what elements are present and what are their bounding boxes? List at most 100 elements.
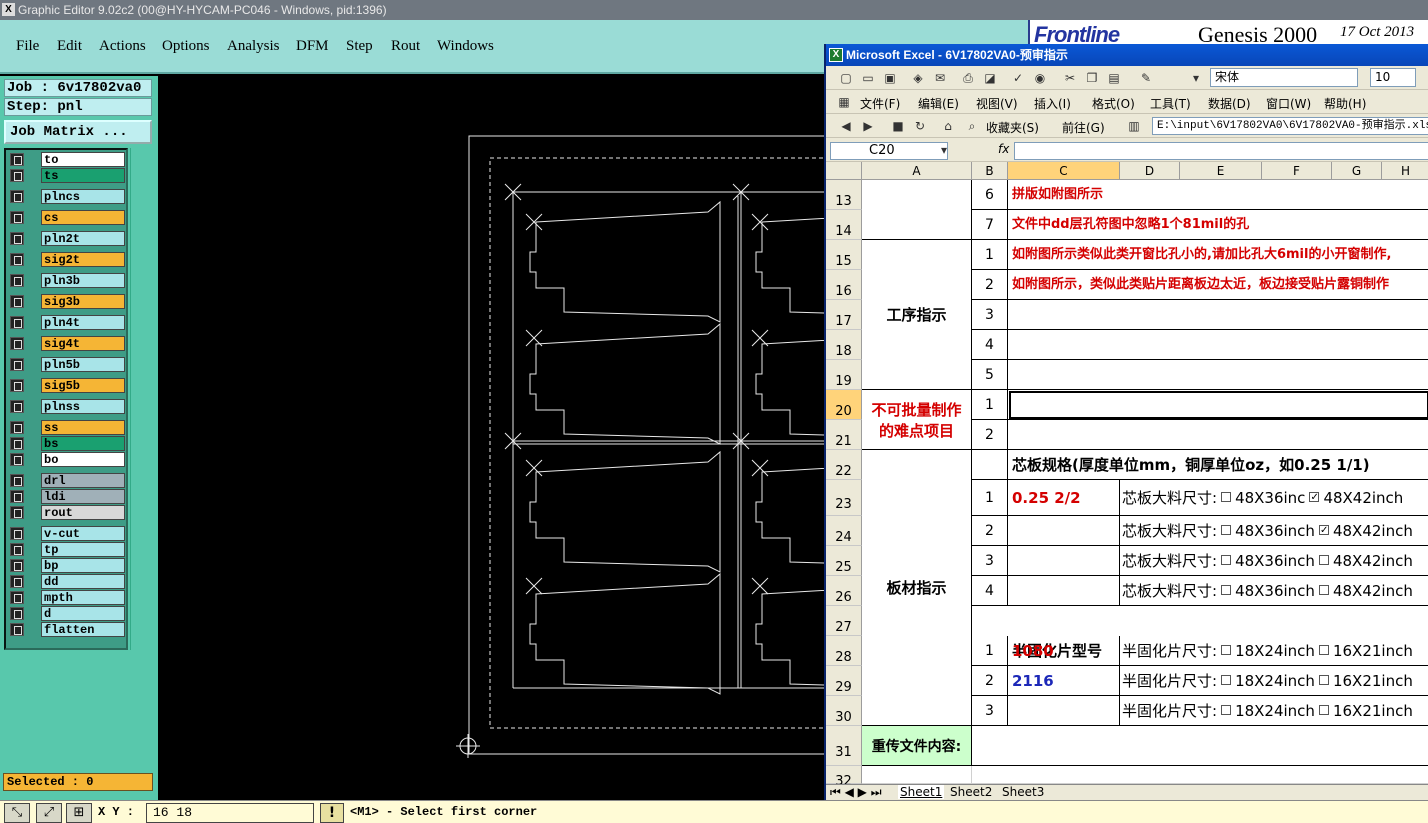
layer-row-pln2t[interactable]: pln2t [8, 231, 126, 246]
layer-checkbox[interactable] [10, 421, 24, 434]
menu-file[interactable]: File [16, 38, 39, 55]
item-number[interactable]: 4 [972, 330, 1008, 360]
layer-checkbox[interactable] [10, 453, 24, 466]
layer-name[interactable]: to [41, 152, 125, 167]
checkbox[interactable]: ✓ [1309, 491, 1320, 502]
core-size-options[interactable]: 芯板大料尺寸: 48X36inch 48X42inch [1120, 546, 1428, 576]
layer-name[interactable]: cs [41, 210, 125, 225]
checkbox[interactable] [1318, 674, 1329, 685]
menu-analysis[interactable]: Analysis [227, 38, 280, 55]
layer-name[interactable]: ldi [41, 489, 125, 504]
section-material[interactable]: 板材指示 [862, 450, 972, 726]
layer-name[interactable]: sig3b [41, 294, 125, 309]
layer-row-pln5b[interactable]: pln5b [8, 357, 126, 372]
instruction-cell[interactable] [1008, 330, 1428, 360]
permission-icon[interactable]: ◈ [910, 70, 926, 86]
layer-name[interactable]: bs [41, 436, 125, 451]
layer-name[interactable]: rout [41, 505, 125, 520]
layer-checkbox[interactable] [10, 607, 24, 620]
column-header-d[interactable]: D [1120, 162, 1180, 180]
menu-data-cn[interactable]: 数据(D) [1208, 95, 1251, 112]
xy-coordinate-field[interactable]: 16 18 [146, 803, 314, 823]
row-header-27[interactable]: 27 [826, 606, 862, 636]
layer-row-sig5b[interactable]: sig5b [8, 378, 126, 393]
core-item-number[interactable]: 3 [972, 546, 1008, 576]
layer-name[interactable]: sig4t [41, 336, 125, 351]
layer-checkbox[interactable] [10, 253, 24, 266]
select-all-corner[interactable] [826, 162, 862, 180]
graphic-canvas[interactable] [158, 76, 947, 800]
favorites-menu[interactable]: 收藏夹(S) [986, 119, 1039, 136]
instruction-cell[interactable] [1008, 420, 1428, 450]
layer-name[interactable]: tp [41, 542, 125, 557]
layer-row-rout[interactable]: rout [8, 505, 126, 520]
layer-checkbox[interactable] [10, 591, 24, 604]
layer-checkbox[interactable] [10, 190, 24, 203]
layer-checkbox[interactable] [10, 232, 24, 245]
checkbox[interactable] [1318, 584, 1329, 595]
checkbox[interactable] [1221, 491, 1232, 502]
paste-icon[interactable]: ▤ [1106, 70, 1122, 86]
fx-icon[interactable]: fx [998, 142, 1009, 156]
section-process[interactable]: 工序指示 [862, 240, 972, 390]
column-header-f[interactable]: F [1262, 162, 1332, 180]
item-number[interactable]: 1 [972, 240, 1008, 270]
layer-row-pln3b[interactable]: pln3b [8, 273, 126, 288]
layer-checkbox[interactable] [10, 437, 24, 450]
spreadsheet-grid[interactable]: A B C D E F G H 13 14 15 16 17 18 19 20 21 22 23 24 25 26 27 28… [826, 162, 1428, 784]
print-preview-icon[interactable]: ◪ [982, 70, 998, 86]
core-spec-value[interactable] [1008, 516, 1120, 546]
column-header-c[interactable]: C [1008, 162, 1120, 180]
cell-b32[interactable] [972, 766, 1428, 784]
menu-format-cn[interactable]: 格式(O) [1092, 95, 1135, 112]
layer-row-d[interactable]: d [8, 606, 126, 621]
item-number[interactable]: 5 [972, 360, 1008, 390]
menu-actions[interactable]: Actions [99, 38, 146, 55]
column-header-b[interactable]: B [972, 162, 1008, 180]
prepreg-type[interactable] [1008, 696, 1120, 726]
checkbox[interactable] [1318, 644, 1329, 655]
layer-name[interactable]: pln2t [41, 231, 125, 246]
resend-content-cell[interactable] [972, 726, 1428, 766]
font-size-select[interactable]: 10 [1370, 68, 1416, 87]
row-header-18[interactable]: 18 [826, 330, 862, 360]
row-header-25[interactable]: 25 [826, 546, 862, 576]
row-header-24[interactable]: 24 [826, 516, 862, 546]
layer-row-plncs[interactable]: plncs [8, 189, 126, 204]
column-header-e[interactable]: E [1180, 162, 1262, 180]
instruction-cell[interactable] [1008, 300, 1428, 330]
section-resend[interactable]: 重传文件内容: [862, 726, 972, 766]
layer-row-mpth[interactable]: mpth [8, 590, 126, 605]
layer-row-plnss[interactable]: plnss [8, 399, 126, 414]
layer-name[interactable]: mpth [41, 590, 125, 605]
layer-name[interactable]: ss [41, 420, 125, 435]
layer-checkbox[interactable] [10, 337, 24, 350]
layer-checkbox[interactable] [10, 474, 24, 487]
layer-checkbox[interactable] [10, 400, 24, 413]
layer-row-dd[interactable]: dd [8, 574, 126, 589]
item-number[interactable]: 6 [972, 180, 1008, 210]
instruction-cell[interactable] [1008, 360, 1428, 390]
layer-name[interactable]: sig5b [41, 378, 125, 393]
cut-icon[interactable]: ✂ [1062, 70, 1078, 86]
layer-checkbox[interactable] [10, 211, 24, 224]
active-cell-c20[interactable] [1008, 390, 1428, 420]
layer-name[interactable]: ts [41, 168, 125, 183]
layer-checkbox[interactable] [10, 316, 24, 329]
layer-name[interactable]: bp [41, 558, 125, 573]
checkbox[interactable] [1221, 674, 1232, 685]
layer-row-bo[interactable]: bo [8, 452, 126, 467]
sheet-nav-arrows-icon[interactable]: ⏮ ◀ ▶ ⏭ [830, 785, 882, 800]
menu-file-cn[interactable]: 文件(F) [860, 95, 900, 112]
layer-checkbox[interactable] [10, 379, 24, 392]
item-number[interactable]: 2 [972, 270, 1008, 300]
checkbox[interactable] [1221, 524, 1232, 535]
open-folder-icon[interactable]: ▭ [860, 70, 876, 86]
section-difficulty[interactable]: 不可批量制作的难点项目 [862, 390, 972, 450]
email-icon[interactable]: ✉ [932, 70, 948, 86]
grid-button[interactable]: ⊞ [66, 803, 92, 823]
menu-edit[interactable]: Edit [57, 38, 82, 55]
home-icon[interactable]: ⌂ [940, 118, 956, 134]
layer-row-bp[interactable]: bp [8, 558, 126, 573]
row-header-17[interactable]: 17 [826, 300, 862, 330]
